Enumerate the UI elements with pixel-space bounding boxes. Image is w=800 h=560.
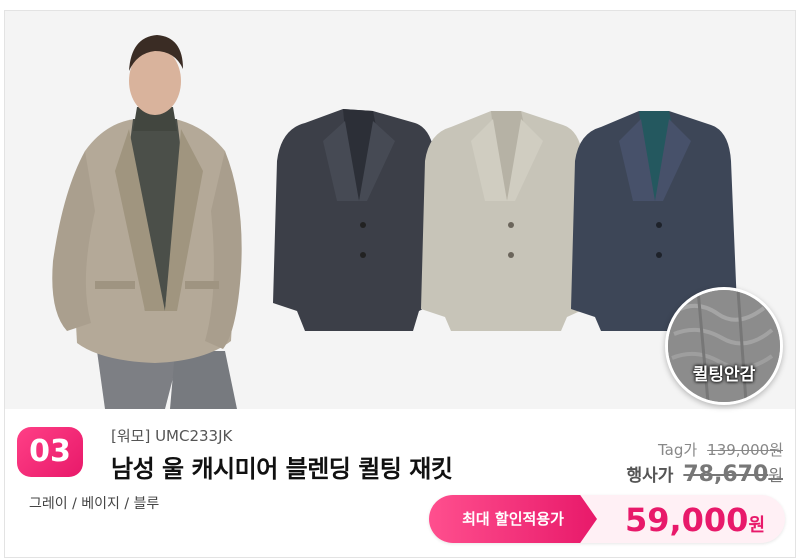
jacket-charcoal [273,109,439,331]
sale-price-row: 행사가 78,670원 [626,461,783,487]
product-title[interactable]: 남성 울 캐시미어 블렌딩 퀼팅 재킷 [111,449,453,484]
lining-label: 퀼팅안감 [692,365,756,385]
tag-price: 139,000원 [707,441,783,459]
sale-price-label: 행사가 [626,466,674,486]
final-price-label: 최대 할인적용가 [429,495,597,543]
jacket-beige [421,111,589,331]
tag-price-row: Tag가 139,000원 [658,439,783,460]
brand-code: [워모] UMC233JK [111,427,233,445]
tag-price-label: Tag가 [657,441,698,459]
color-options: 그레이 / 베이지 / 블루 [29,496,160,512]
final-price-banner[interactable]: 최대 할인적용가 59,000원 [429,495,785,543]
rank-badge: 03 [17,427,83,477]
final-price: 59,000원 [624,501,765,539]
sale-price: 78,670원 [683,462,783,487]
product-card[interactable]: 퀼팅안감 03 [워모] UMC233JK 남성 울 캐시미어 블렌딩 퀼팅 재… [4,10,796,558]
quilted-lining-badge: 퀼팅안감 [665,287,783,405]
